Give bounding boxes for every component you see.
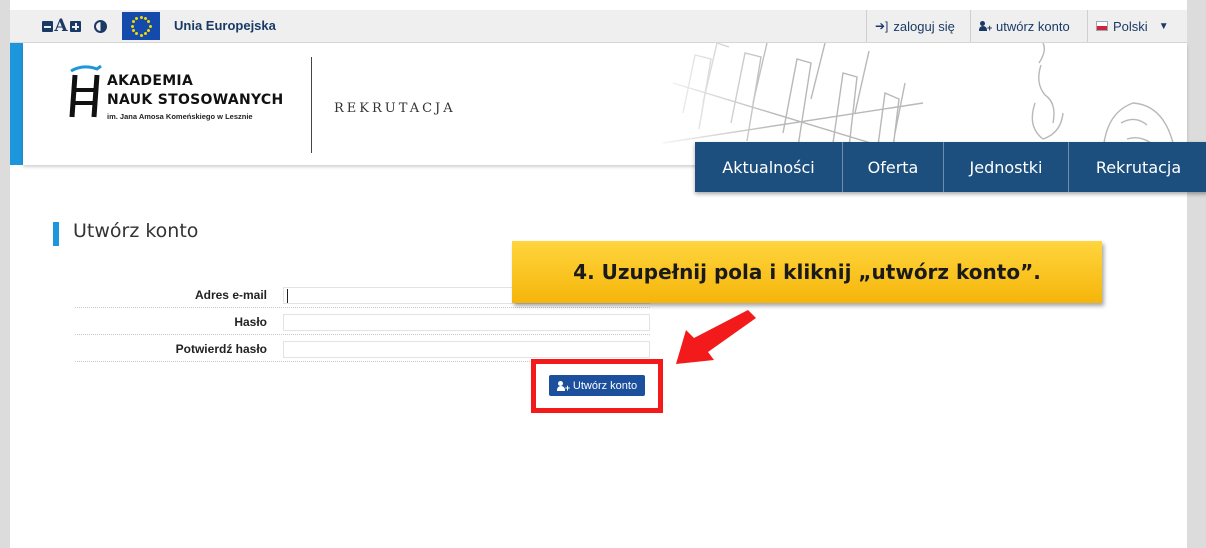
create-account-button[interactable]: + Utwórz konto [549,375,645,396]
main-navigation: Aktualności Oferta Jednostki Rekrutacja [695,142,1206,192]
nav-item-rekrutacja[interactable]: Rekrutacja [1068,142,1206,192]
eu-star [144,16,147,20]
email-label: Adres e-mail [194,288,267,302]
instruction-callout: 4. Uzupełnij pola i kliknij „utwórz kont… [512,241,1102,303]
polish-flag-icon [1096,21,1108,31]
nav-item-jednostki[interactable]: Jednostki [943,142,1068,192]
eu-star [131,29,135,32]
confirm-password-label: Potwierdź hasło [175,342,267,356]
eu-star [147,29,151,32]
eu-flag-icon [122,12,160,40]
eu-star [135,16,138,20]
logo-line-3: im. Jana Amosa Komeńskiego w Lesznie [107,112,253,121]
login-button[interactable]: ➔] zaloguj się [866,10,970,42]
sign-in-icon: ➔] [875,19,889,33]
header-accent-bar [10,43,23,165]
increase-font-button[interactable] [68,17,82,35]
confirm-password-input[interactable] [283,341,650,358]
password-input[interactable] [283,314,650,331]
contrast-toggle-button[interactable] [92,17,108,35]
left-page-margin [0,0,10,548]
eu-star [144,32,147,36]
minus-icon [41,20,53,32]
red-arrow-icon [676,310,756,364]
nav-item-oferta[interactable]: Oferta [842,142,943,192]
create-account-topbar-button[interactable]: + utwórz konto [970,10,1087,42]
password-row: Hasło [75,312,650,335]
top-bar: A Unia Europejska ➔] zaloguj się + utwór… [10,10,1187,43]
page-title: Utwórz konto [73,220,199,242]
language-selector[interactable]: Polski ▼ [1087,10,1177,42]
section-title-accent [53,222,59,246]
eu-star [130,24,134,28]
contrast-icon [93,19,107,33]
logo-line-2: NAUK STOSOWANYCH [107,92,284,108]
decrease-font-button[interactable] [40,17,54,35]
add-user-icon: + [556,380,570,392]
header-title: REKRUTACJA [334,101,456,116]
language-label: Polski [1113,18,1148,34]
create-account-label: utwórz konto [996,18,1070,34]
eu-star [135,32,138,36]
page: A Unia Europejska ➔] zaloguj się + utwór… [10,10,1206,548]
eu-star [147,20,151,23]
login-label: zaloguj się [893,18,955,34]
eu-star [139,15,143,19]
eu-label[interactable]: Unia Europejska [174,18,276,33]
add-user-icon: + [979,21,992,33]
eu-star [131,20,135,23]
chevron-down-icon: ▼ [1158,20,1169,32]
instruction-text: 4. Uzupełnij pola i kliknij „utwórz kont… [573,260,1041,284]
plus-icon [69,20,81,32]
eu-star [139,33,143,37]
font-size-letter[interactable]: A [54,16,68,36]
password-label: Hasło [234,315,267,329]
eu-star [148,24,152,28]
text-cursor [287,289,288,303]
logo-line-1: AKADEMIA [107,73,194,89]
nav-item-aktualnosci[interactable]: Aktualności [695,142,842,192]
right-page-margin [1187,0,1206,548]
create-account-button-label: Utwórz konto [572,379,638,392]
header-divider [311,57,312,153]
university-logo-icon[interactable] [67,63,105,119]
